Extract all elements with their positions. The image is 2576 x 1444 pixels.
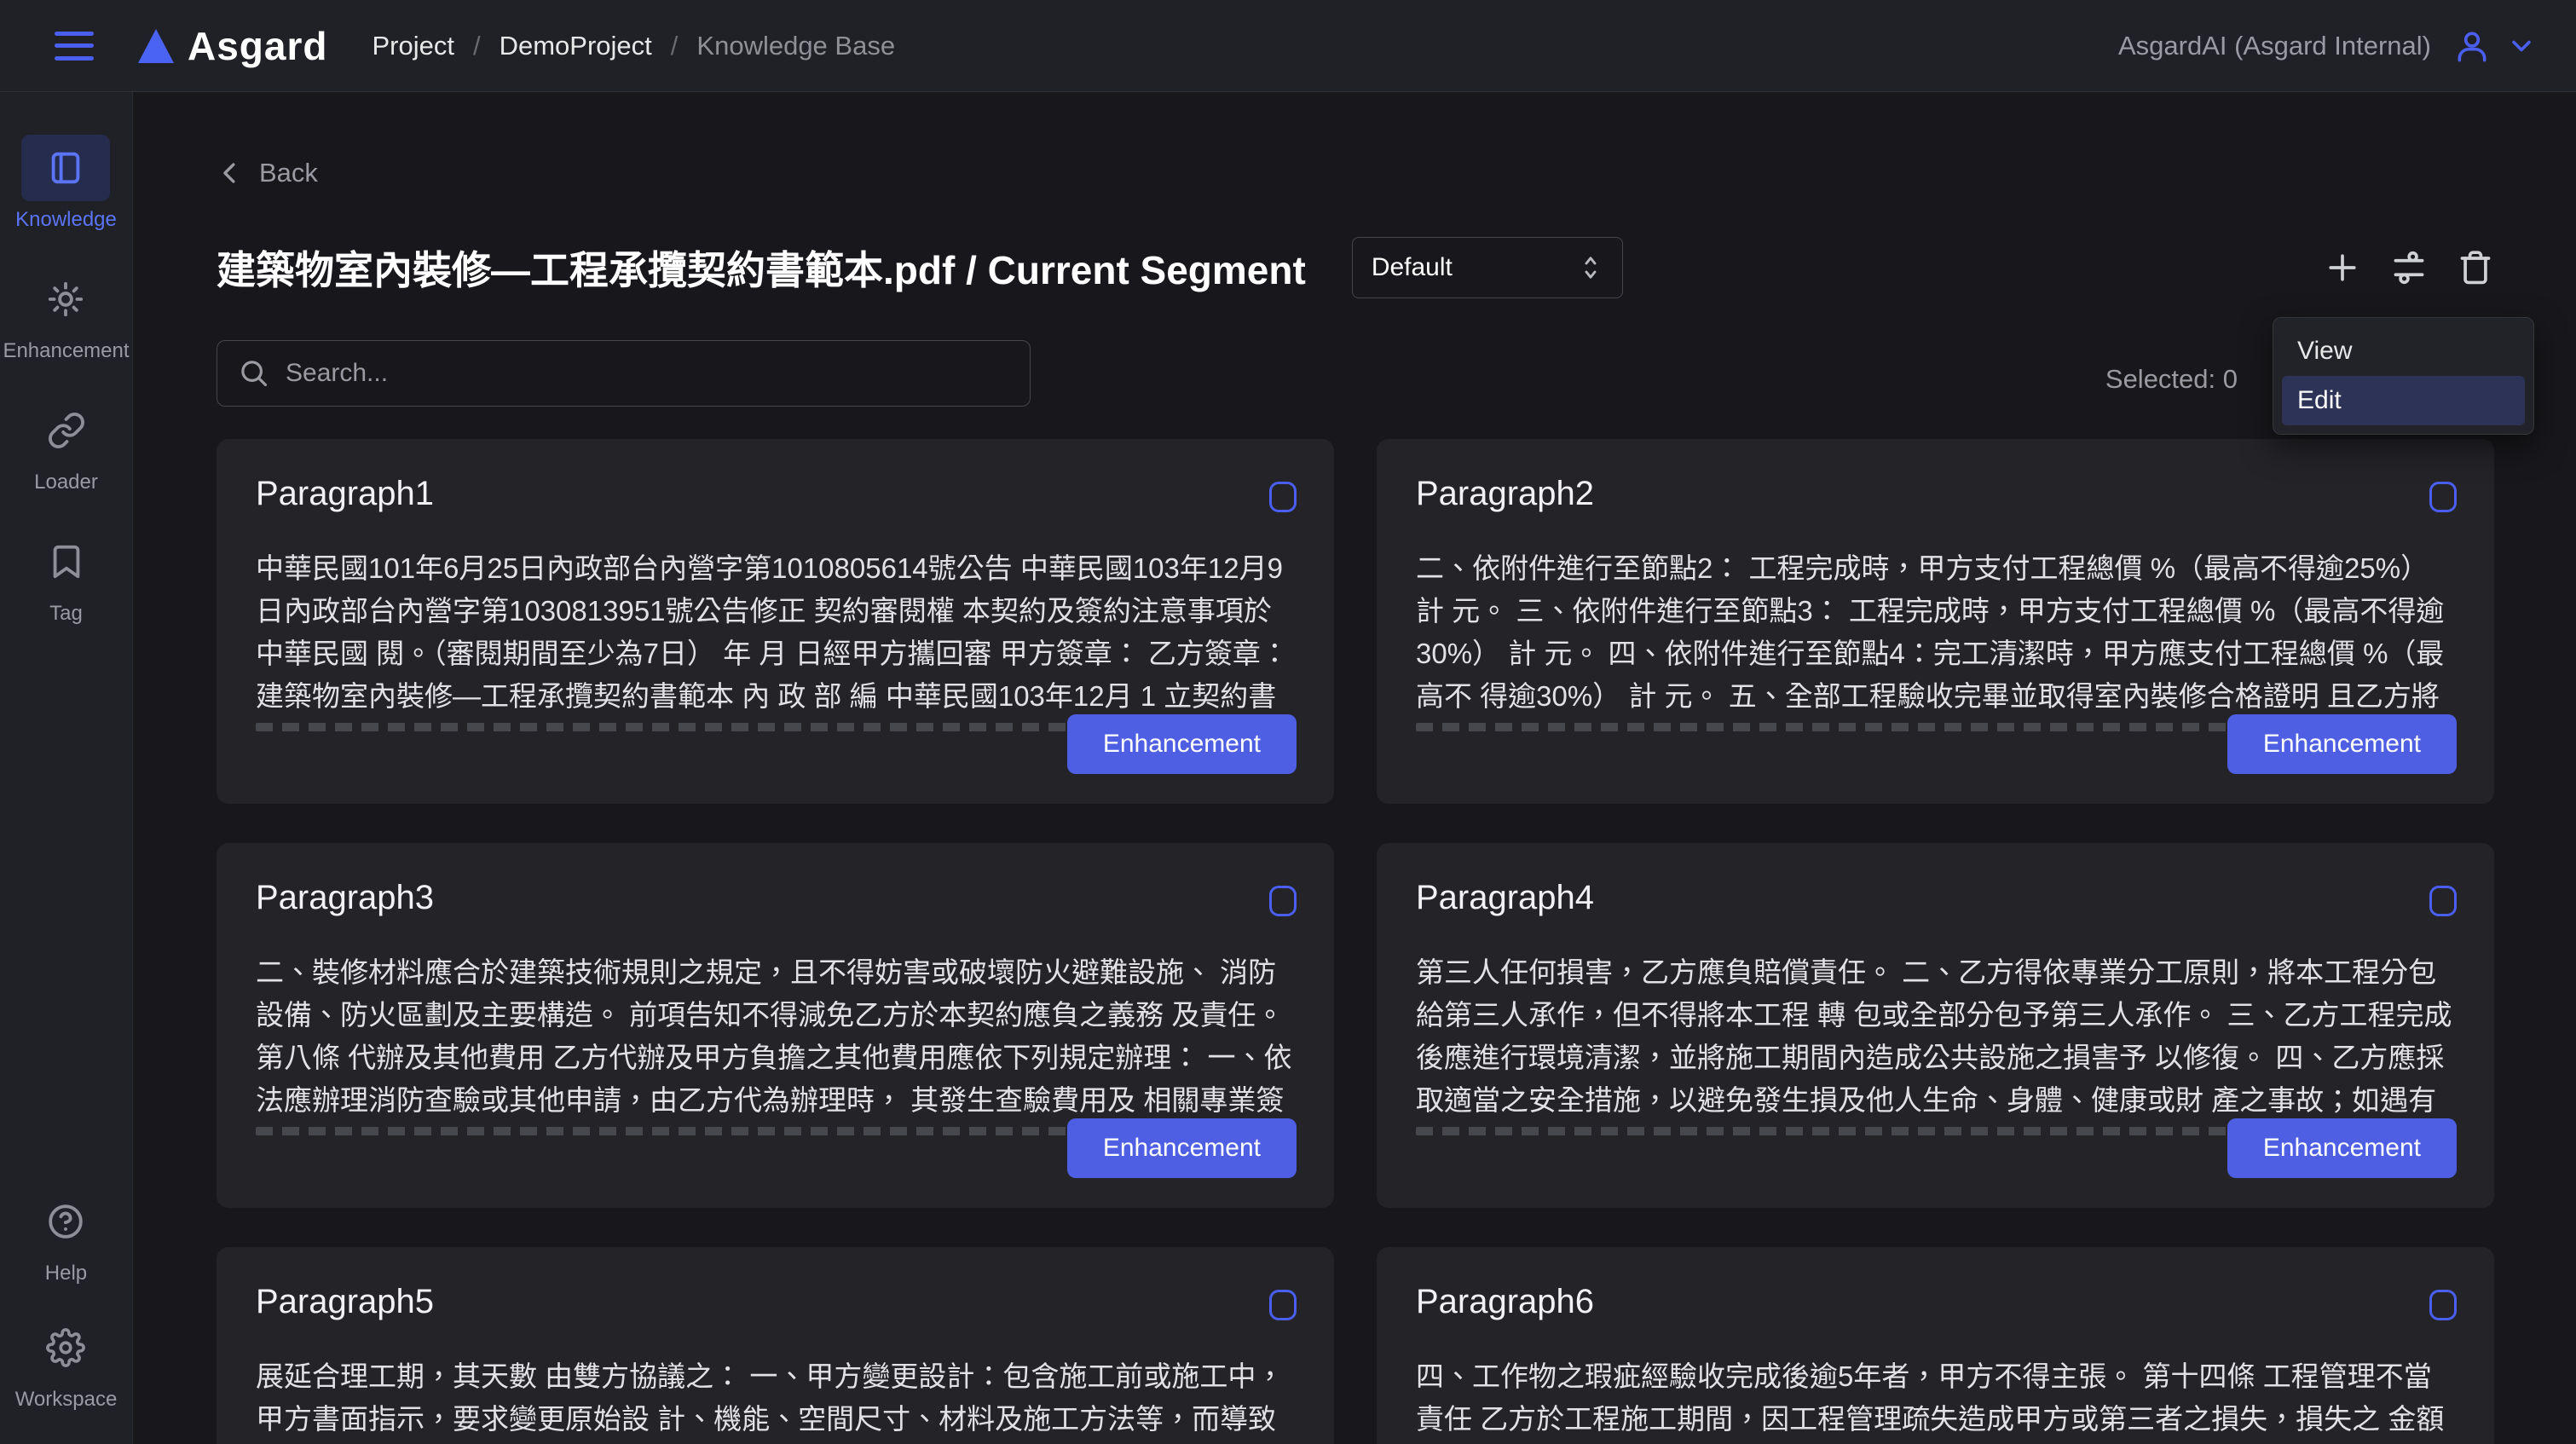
- search-input[interactable]: [286, 359, 1009, 388]
- bookmark-icon: [47, 542, 86, 581]
- breadcrumb-project[interactable]: Project: [372, 31, 453, 61]
- chevron-down-icon: [2506, 31, 2537, 61]
- card-title: Paragraph4: [1416, 879, 1595, 916]
- tile: [22, 397, 111, 464]
- segment-select-value: Default: [1371, 253, 1453, 281]
- tile: [21, 266, 110, 332]
- trash-button[interactable]: [2457, 249, 2494, 286]
- card-title: Paragraph1: [256, 475, 435, 512]
- sun-icon: [46, 280, 85, 319]
- back-button[interactable]: Back: [217, 158, 318, 188]
- enhancement-button[interactable]: Enhancement: [1066, 714, 1297, 774]
- paragraph-card: Paragraph1 中華民國101年6月25日內政部台內營字第10108056…: [217, 439, 1334, 804]
- breadcrumb-demoproject[interactable]: DemoProject: [500, 31, 652, 61]
- toolbar-icons: [2324, 249, 2494, 286]
- book-icon: [46, 148, 85, 188]
- sidebar: Knowledge Enhancement Loader Tag Help Wo…: [0, 92, 133, 1444]
- paragraph-card: Paragraph3 二、裝修材料應合於建築技術規則之規定，且不得妨害或破壞防火…: [217, 843, 1334, 1208]
- card-body-text: 中華民國101年6月25日內政部台內營字第1010805614號公告 中華民國1…: [256, 552, 1289, 712]
- sidebar-item-label: Loader: [34, 471, 98, 494]
- card-checkbox[interactable]: [1269, 482, 1297, 512]
- card-body-text: 二、依附件進行至節點2： 工程完成時，甲方支付工程總價 %（最高不得逾25%） …: [1416, 552, 2445, 712]
- paragraph-card: Paragraph2 二、依附件進行至節點2： 工程完成時，甲方支付工程總價 %…: [1377, 439, 2494, 804]
- card-title: Paragraph2: [1416, 475, 1595, 512]
- paragraph-card: Paragraph6 四、工作物之瑕疵經驗收完成後逾5年者，甲方不得主張。 第十…: [1377, 1247, 2494, 1444]
- breadcrumb-separator: /: [472, 30, 481, 61]
- sliders-button[interactable]: [2390, 249, 2428, 286]
- menu-item-view[interactable]: View: [2282, 326, 2525, 376]
- paragraph-cards-grid: Paragraph1 中華民國101年6月25日內政部台內營字第10108056…: [217, 439, 2494, 1444]
- paragraph-card: Paragraph5 展延合理工期，其天數 由雙方協議之： 一、甲方變更設計：包…: [217, 1247, 1334, 1444]
- account-menu[interactable]: AsgardAI (Asgard Internal): [2118, 27, 2537, 65]
- asgard-logo-icon: [138, 28, 174, 63]
- card-checkbox[interactable]: [1269, 1290, 1297, 1320]
- knowledge-base-page: { "topbar": { "brand": "Asgard", "breadc…: [0, 0, 2576, 1444]
- sidebar-item-label: Enhancement: [3, 339, 130, 362]
- add-button[interactable]: [2324, 249, 2361, 286]
- paragraph-card: Paragraph4 第三人任何損害，乙方應負賠償責任。 二、乙方得依專業分工原…: [1377, 843, 2494, 1208]
- card-checkbox[interactable]: [2429, 886, 2457, 916]
- enhancement-button[interactable]: Enhancement: [2227, 714, 2457, 774]
- card-body-text: 第三人任何損害，乙方應負賠償責任。 二、乙方得依專業分工原則，將本工程分包給第三…: [1416, 956, 2452, 1116]
- gear-icon: [46, 1328, 86, 1367]
- sidebar-item-enhancement[interactable]: Enhancement: [3, 266, 130, 363]
- sidebar-item-tag[interactable]: Tag: [22, 529, 111, 626]
- segment-select[interactable]: Default: [1351, 237, 1623, 298]
- card-title: Paragraph3: [256, 879, 435, 916]
- help-circle-icon: [46, 1202, 85, 1241]
- select-chevrons-icon: [1578, 251, 1603, 285]
- card-checkbox[interactable]: [2429, 482, 2457, 512]
- brand-name: Asgard: [188, 23, 328, 68]
- link-icon: [47, 411, 86, 450]
- tile: [21, 1188, 110, 1255]
- card-checkbox[interactable]: [2429, 1290, 2457, 1320]
- card-title: Paragraph6: [1416, 1283, 1595, 1320]
- enhancement-button[interactable]: Enhancement: [1066, 1118, 1297, 1178]
- topbar: Asgard Project / DemoProject / Knowledge…: [0, 0, 2576, 92]
- user-icon: [2453, 27, 2491, 65]
- view-edit-menu: View Edit: [2273, 317, 2534, 435]
- search-box: [217, 340, 1031, 407]
- enhancement-button[interactable]: Enhancement: [2227, 1118, 2457, 1178]
- page-title: 建築物室內裝修—工程承攬契約書範本.pdf / Current Segment: [217, 248, 1306, 292]
- selected-count: Selected: 0: [2105, 364, 2238, 394]
- card-title: Paragraph5: [256, 1283, 435, 1320]
- sidebar-item-knowledge[interactable]: Knowledge: [15, 135, 117, 232]
- sidebar-item-label: Workspace: [14, 1388, 118, 1411]
- breadcrumb-knowledge-base: Knowledge Base: [696, 30, 896, 61]
- account-name: AsgardAI (Asgard Internal): [2117, 30, 2431, 61]
- title-row: 建築物室內裝修—工程承攬契約書範本.pdf / Current Segment …: [217, 236, 2494, 299]
- sidebar-footer: Help Workspace: [14, 1188, 118, 1444]
- sidebar-item-label: Help: [44, 1262, 88, 1285]
- main-content: Back 建築物室內裝修—工程承攬契約書範本.pdf / Current Seg…: [133, 92, 2576, 1444]
- sidebar-item-label: Knowledge: [15, 208, 117, 231]
- hamburger-menu-icon[interactable]: [55, 31, 94, 61]
- breadcrumb-separator: /: [670, 30, 679, 61]
- sidebar-item-help[interactable]: Help: [21, 1188, 110, 1285]
- card-body-text: 展延合理工期，其天數 由雙方協議之： 一、甲方變更設計：包含施工前或施工中，甲方…: [256, 1360, 1285, 1435]
- menu-item-edit[interactable]: Edit: [2282, 376, 2525, 425]
- sidebar-item-label: Tag: [49, 602, 83, 625]
- sidebar-item-loader[interactable]: Loader: [22, 397, 111, 494]
- card-checkbox[interactable]: [1269, 886, 1297, 916]
- search-icon: [238, 357, 270, 390]
- breadcrumb: Project / DemoProject / Knowledge Base: [372, 31, 895, 61]
- sidebar-item-workspace[interactable]: Workspace: [14, 1314, 118, 1412]
- tile: [21, 1314, 110, 1381]
- chevron-left-icon: [217, 159, 245, 188]
- back-label: Back: [259, 158, 318, 188]
- card-body-text: 四、工作物之瑕疵經驗收完成後逾5年者，甲方不得主張。 第十四條 工程管理不當責任…: [1416, 1360, 2445, 1435]
- knowledge-active-tile: [21, 135, 111, 201]
- card-body-text: 二、裝修材料應合於建築技術規則之規定，且不得妨害或破壞防火避難設施、 消防設備、…: [256, 956, 1292, 1116]
- tile: [22, 529, 111, 595]
